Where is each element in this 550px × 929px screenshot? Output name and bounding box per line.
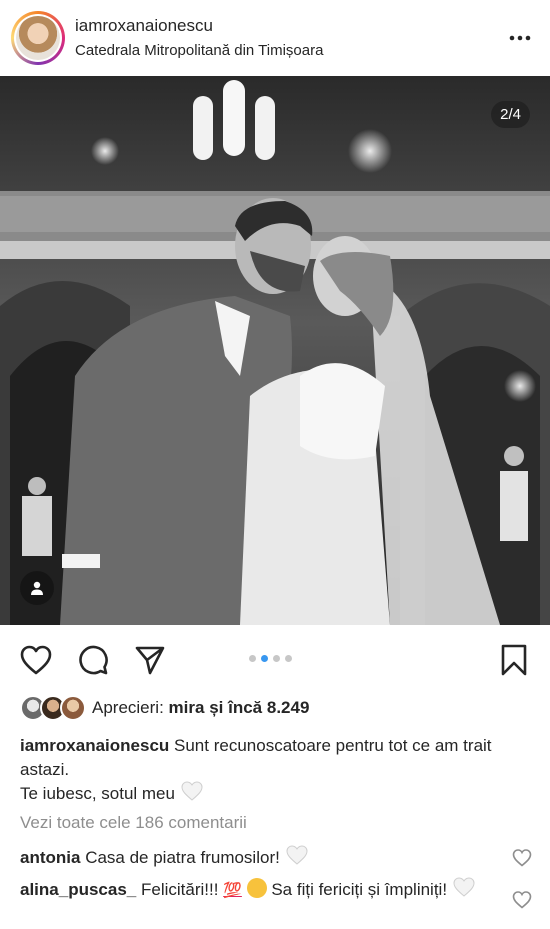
post-header: iamroxanaionescu Catedrala Mitropolitană… bbox=[0, 0, 550, 76]
more-icon[interactable] bbox=[508, 26, 532, 50]
likes-row[interactable]: Aprecieri: mira și încă 8.249 bbox=[20, 694, 309, 722]
comment-item: alina_puscas_ Felicitări!!! 💯 Sa fiți fe… bbox=[20, 876, 500, 903]
carousel-dot bbox=[285, 655, 292, 662]
likes-text: Aprecieri: mira și încă 8.249 bbox=[92, 698, 310, 717]
bookmark-icon[interactable] bbox=[496, 642, 532, 678]
user-tag-icon[interactable] bbox=[20, 571, 54, 605]
comment-username[interactable]: antonia bbox=[20, 848, 80, 867]
carousel-counter: 2/4 bbox=[491, 101, 530, 128]
white-heart-emoji bbox=[286, 845, 308, 865]
post-photo[interactable]: 2/4 bbox=[0, 76, 550, 625]
carousel-dot bbox=[249, 655, 256, 662]
white-heart-emoji bbox=[453, 877, 475, 897]
liker-avatar bbox=[60, 695, 86, 721]
hundred-points-emoji: 💯 bbox=[223, 882, 242, 899]
carousel-dots bbox=[249, 655, 292, 662]
caption-line2: Te iubesc, sotul meu bbox=[20, 780, 204, 806]
comment-text-continued: Sa fiți fericiți și împliniți! bbox=[271, 880, 448, 899]
caption: iamroxanaionescu Sunt recunoscatoare pen… bbox=[20, 734, 530, 782]
post-location[interactable]: Catedrala Mitropolitană din Timișoara bbox=[75, 42, 323, 59]
carousel-dot bbox=[273, 655, 280, 662]
caption-username[interactable]: iamroxanaionescu bbox=[20, 736, 169, 755]
share-icon[interactable] bbox=[132, 642, 168, 678]
white-heart-emoji bbox=[181, 781, 203, 801]
comment-username[interactable]: alina_puscas_ bbox=[20, 880, 136, 899]
heart-icon[interactable] bbox=[18, 642, 54, 678]
avatar[interactable] bbox=[11, 11, 65, 65]
comment-like-icon[interactable] bbox=[512, 890, 532, 910]
liker-avatars bbox=[20, 695, 86, 721]
comment-text: Felicitări!!! bbox=[140, 880, 219, 899]
liker-username[interactable]: mira bbox=[169, 698, 205, 717]
comment-like-icon[interactable] bbox=[512, 848, 532, 868]
likes-count[interactable]: încă 8.249 bbox=[228, 698, 309, 717]
post-username[interactable]: iamroxanaionescu bbox=[75, 16, 213, 36]
comment-icon[interactable] bbox=[75, 642, 111, 678]
view-all-comments-link[interactable]: Vezi toate cele 186 comentarii bbox=[20, 813, 247, 833]
carousel-dot bbox=[261, 655, 268, 662]
comment-text: Casa de piatra frumosilor! bbox=[85, 848, 280, 867]
comment-item: antonia Casa de piatra frumosilor! bbox=[20, 844, 500, 870]
action-bar bbox=[0, 638, 550, 682]
smiling-face-hearts-emoji bbox=[246, 878, 267, 898]
